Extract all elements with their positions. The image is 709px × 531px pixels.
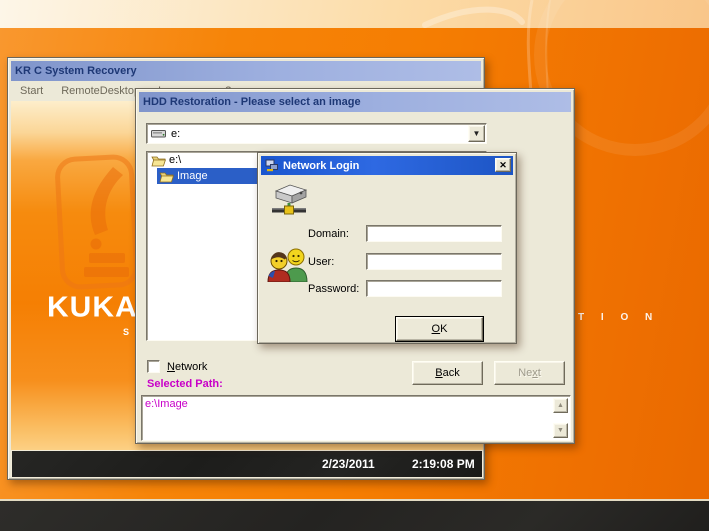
network-login-dialog: Network Login ✕ Domain: [257, 152, 517, 344]
selected-path-label: Selected Path: [147, 378, 223, 390]
domain-input[interactable] [366, 225, 502, 242]
drive-combobox[interactable]: e: ▼ [146, 123, 487, 144]
kuka-logo: KUKA [47, 292, 138, 324]
network-drive-icon [270, 181, 310, 219]
arrow-down-icon: ▼ [557, 427, 564, 434]
statusbar-time: 2:19:08 PM [412, 451, 475, 477]
arrow-up-icon: ▲ [557, 402, 564, 409]
password-label: Password: [308, 283, 359, 295]
recovery-window-title: KR C System Recovery [15, 65, 137, 77]
user-label: User: [308, 256, 334, 268]
users-icon [266, 246, 310, 282]
login-dialog-title: Network Login [283, 160, 359, 172]
drive-combobox-value: e: [171, 128, 180, 140]
hdd-dialog-titlebar[interactable]: HDD Restoration - Please select an image [139, 92, 571, 112]
close-button[interactable]: ✕ [495, 158, 511, 172]
scroll-down-button[interactable]: ▼ [553, 423, 568, 438]
network-checkbox[interactable] [147, 360, 160, 373]
login-titlebar[interactable]: Network Login ✕ [261, 156, 513, 175]
folder-open-icon [159, 170, 174, 183]
close-icon: ✕ [499, 160, 507, 171]
wallpaper-tagline-fragment: T I O N [578, 312, 659, 323]
next-button[interactable]: Next [494, 361, 565, 385]
back-button[interactable]: Back [412, 361, 483, 385]
selected-path-value: e:\Image [145, 398, 188, 410]
recovery-titlebar[interactable]: KR C System Recovery [11, 61, 481, 81]
chevron-down-icon: ▼ [473, 129, 481, 138]
kuka-robot-graphic [51, 149, 143, 299]
screen: T I O N KR C System Recovery Start Remot… [0, 0, 709, 531]
combobox-dropdown-button[interactable]: ▼ [468, 125, 485, 142]
user-input[interactable] [366, 253, 502, 270]
list-item-label: Image [177, 170, 208, 182]
list-item-label: e:\ [169, 154, 181, 166]
network-checkbox-label[interactable]: Network [167, 361, 207, 373]
statusbar-date: 2/23/2011 [322, 451, 375, 477]
ok-button[interactable]: OK [396, 317, 483, 341]
folder-open-icon [151, 154, 166, 167]
scroll-up-button[interactable]: ▲ [553, 398, 568, 413]
selected-path-textbox[interactable]: e:\Image ▲ ▼ [141, 395, 571, 441]
password-input[interactable] [366, 280, 502, 297]
menu-start[interactable]: Start [11, 85, 52, 97]
recovery-statusbar: 2/23/2011 2:19:08 PM [11, 450, 483, 478]
hdd-dialog-title: HDD Restoration - Please select an image [143, 96, 361, 108]
domain-label: Domain: [308, 228, 349, 240]
desktop-bottom-strip [0, 499, 709, 531]
network-icon [265, 159, 279, 172]
drive-icon [151, 128, 167, 139]
